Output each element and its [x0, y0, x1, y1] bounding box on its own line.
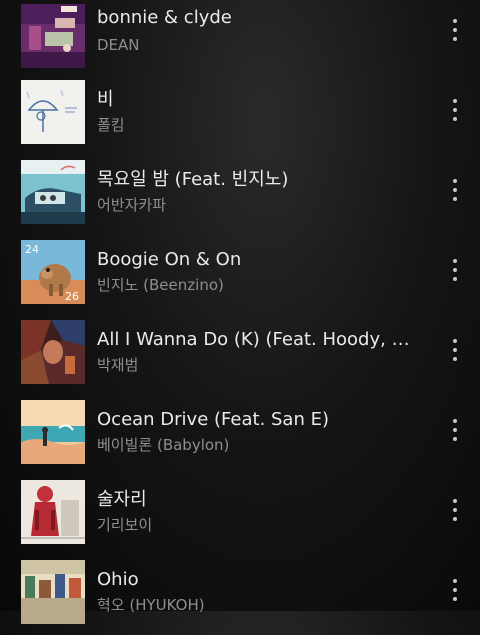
track-title: Boogie On & On [97, 249, 242, 270]
track-artist: 어반자카파 [97, 196, 167, 214]
more-vertical-icon[interactable] [446, 497, 464, 523]
more-vertical-icon[interactable] [446, 97, 464, 123]
track-artist: 혁오 (HYUKOH) [97, 596, 205, 614]
track-artist: 베이빌론 (Babylon) [97, 436, 230, 454]
track-row[interactable]: 술자리 기리보이 [0, 475, 480, 555]
track-row[interactable]: All I Wanna Do (K) (Feat. Hoody, Loco) 박… [0, 315, 480, 395]
track-row[interactable]: Ohio 혁오 (HYUKOH) [0, 555, 480, 635]
track-title: 비 [97, 89, 114, 110]
art-text-right: 26 [65, 290, 79, 303]
more-vertical-icon[interactable] [446, 417, 464, 443]
track-title: 목요일 밤 (Feat. 빈지노) [97, 169, 289, 190]
album-art-icon [21, 80, 85, 144]
album-art-icon: 24 26 [21, 240, 85, 304]
album-art-icon [21, 320, 85, 384]
album-art-icon [21, 560, 85, 624]
track-artist: 기리보이 [97, 516, 153, 534]
track-artist: DEAN [97, 36, 140, 54]
track-row[interactable]: 비 폴킴 [0, 75, 480, 155]
track-title: Ocean Drive (Feat. San E) [97, 409, 329, 430]
album-art-icon [21, 160, 85, 224]
more-vertical-icon[interactable] [446, 17, 464, 43]
track-title: 술자리 [97, 489, 147, 510]
album-art-icon [21, 480, 85, 544]
track-row[interactable]: bonnie & clyde DEAN [0, 0, 480, 75]
track-title: bonnie & clyde [97, 7, 232, 28]
track-row[interactable]: Ocean Drive (Feat. San E) 베이빌론 (Babylon) [0, 395, 480, 475]
track-title: All I Wanna Do (K) (Feat. Hoody, Loco) [97, 329, 412, 350]
more-vertical-icon[interactable] [446, 177, 464, 203]
track-row[interactable]: 목요일 밤 (Feat. 빈지노) 어반자카파 [0, 155, 480, 235]
more-vertical-icon[interactable] [446, 257, 464, 283]
track-artist: 박재범 [97, 356, 139, 374]
track-title: Ohio [97, 569, 139, 590]
track-row[interactable]: 24 26 Boogie On & On 빈지노 (Beenzino) [0, 235, 480, 315]
album-art-icon [21, 4, 85, 68]
track-artist: 폴킴 [97, 116, 125, 134]
album-art-icon [21, 400, 85, 464]
more-vertical-icon[interactable] [446, 337, 464, 363]
track-list: bonnie & clyde DEAN 비 폴킴 목요일 밤 (Feat. 빈지… [0, 0, 480, 624]
more-vertical-icon[interactable] [446, 577, 464, 603]
art-text-left: 24 [25, 243, 39, 256]
track-artist: 빈지노 (Beenzino) [97, 276, 224, 294]
